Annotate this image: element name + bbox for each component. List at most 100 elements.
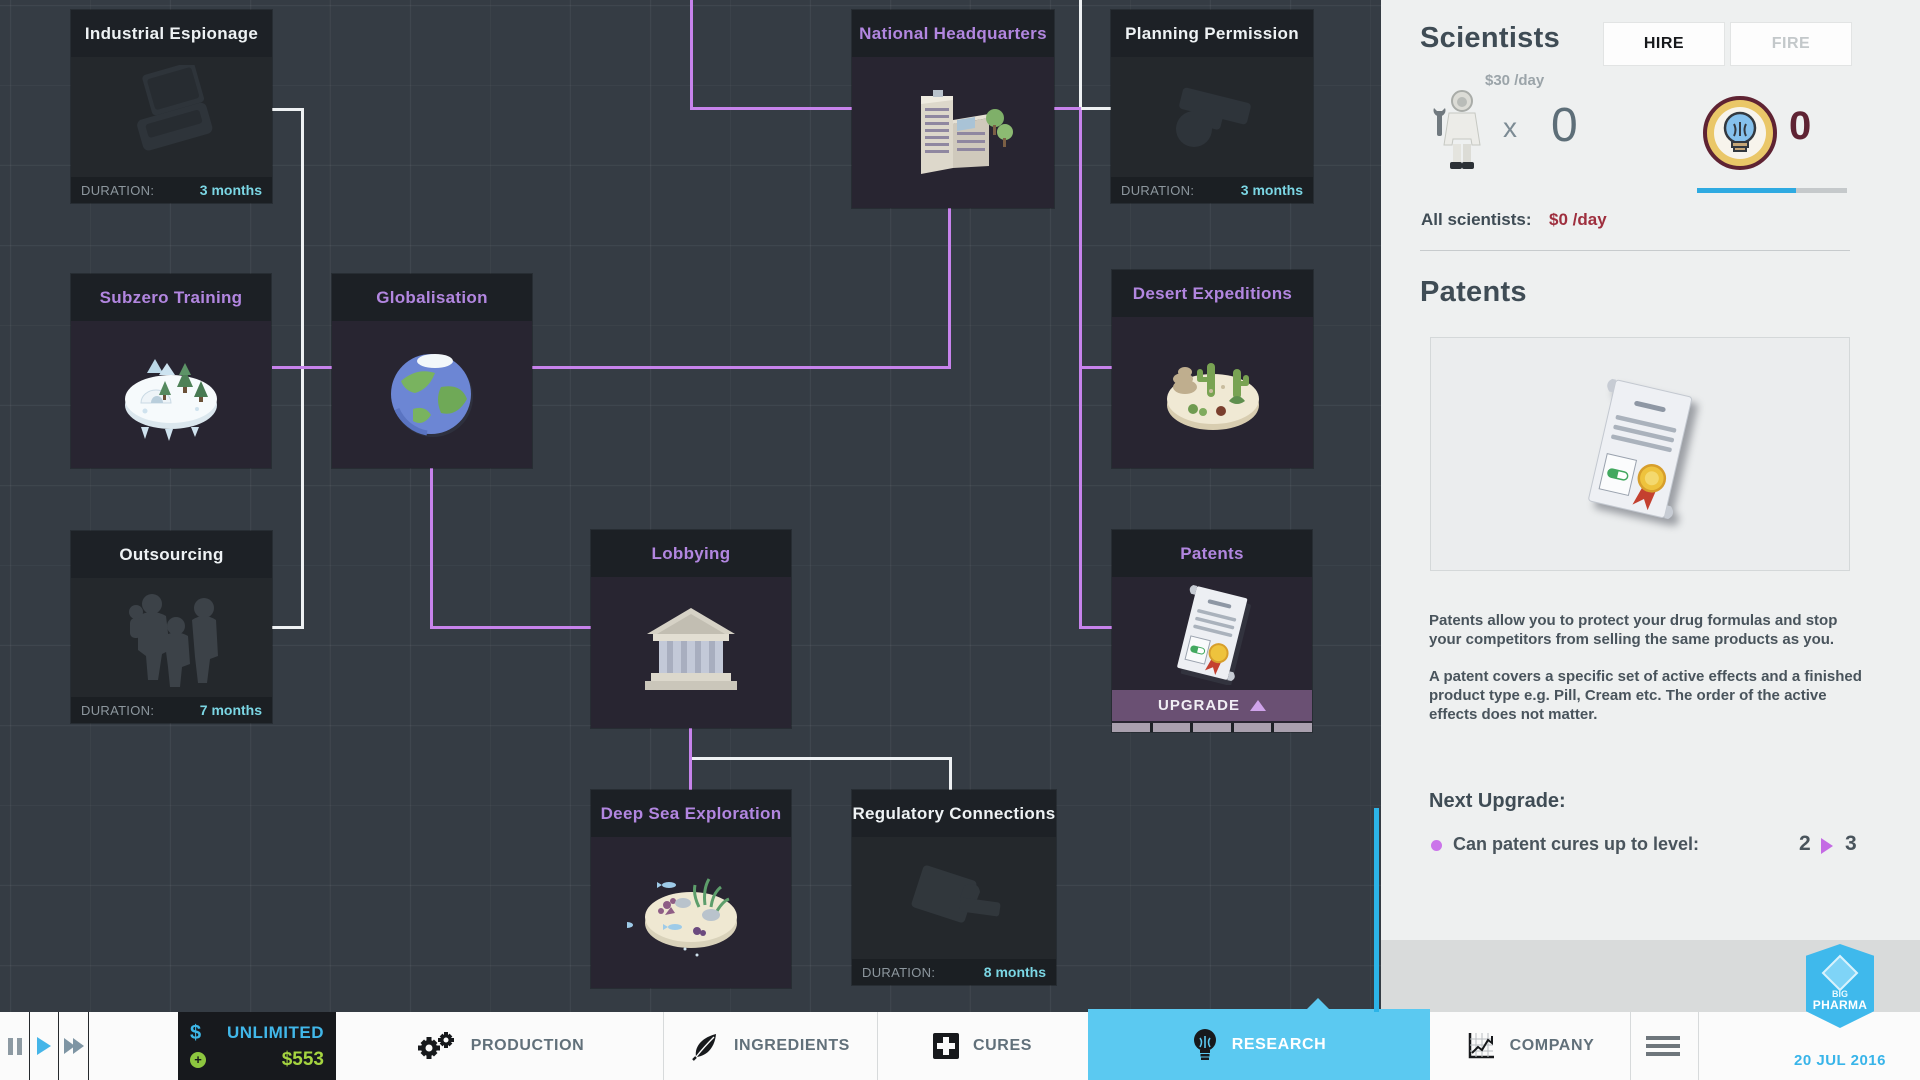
tech-node-title: Deep Sea Exploration: [591, 790, 791, 837]
big-pharma-research-screen: Industrial Espionage DURATION: 3 months …: [0, 0, 1920, 1080]
upgrade-button[interactable]: UPGRADE: [1112, 690, 1312, 721]
laptop-icon: [71, 57, 272, 177]
tab-label: CURES: [972, 1037, 1032, 1054]
tech-node-outsourcing[interactable]: Outsourcing DURATION: 7 months: [71, 531, 272, 723]
tech-node-title: Regulatory Connections: [852, 790, 1056, 837]
connector-line: [1080, 107, 1111, 110]
arctic-island-icon: [71, 321, 271, 468]
tech-node-title: Subzero Training: [71, 274, 271, 321]
tab-label: INGREDIENTS: [734, 1037, 850, 1054]
level-current: 2: [1799, 832, 1811, 855]
tab-company[interactable]: COMPANY: [1430, 1012, 1630, 1080]
duration-label: DURATION:: [1121, 182, 1195, 198]
workers-icon: [71, 578, 272, 697]
tech-node-desert-expeditions[interactable]: Desert Expeditions: [1112, 270, 1313, 468]
tech-node-title: Industrial Espionage: [71, 10, 272, 57]
connector-line: [949, 757, 952, 790]
buildings-icon: [852, 57, 1054, 208]
tech-node-title: Patents: [1112, 530, 1312, 577]
patent-document-icon: [1112, 577, 1312, 690]
hire-button[interactable]: HIRE: [1603, 22, 1725, 66]
play-button[interactable]: [30, 1012, 58, 1080]
tab-production[interactable]: PRODUCTION: [336, 1012, 663, 1080]
scientist-daily-rate: $30 /day: [1485, 72, 1545, 89]
scroll-indicator[interactable]: [1374, 808, 1379, 1012]
tech-node-subzero-training[interactable]: Subzero Training: [71, 274, 271, 468]
fire-button[interactable]: FIRE: [1730, 22, 1852, 66]
research-skill-value: 0: [1789, 104, 1812, 148]
duration-row: DURATION: 8 months: [852, 959, 1056, 985]
connector-line: [1079, 110, 1082, 629]
connector-line: [948, 208, 951, 369]
desert-island-icon: [1112, 317, 1313, 468]
all-scientists-label: All scientists:: [1421, 210, 1532, 229]
scientists-heading: Scientists: [1420, 22, 1560, 54]
tech-node-regulatory-connections[interactable]: Regulatory Connections DURATION: 8 month…: [852, 790, 1056, 985]
level-next: 3: [1845, 832, 1857, 855]
duration-value: 7 months: [199, 702, 262, 718]
patent-preview-box: [1430, 337, 1850, 571]
scientist-count: 0: [1551, 99, 1578, 152]
pause-button[interactable]: [0, 1012, 29, 1080]
tech-node-national-headquarters[interactable]: National Headquarters: [852, 10, 1054, 208]
bullet-icon: [1431, 840, 1442, 851]
connector-line: [689, 728, 692, 790]
tab-label: COMPANY: [1509, 1037, 1595, 1054]
cube-icon: [1821, 954, 1859, 992]
separator: [1630, 1012, 1631, 1080]
duration-label: DURATION:: [81, 182, 155, 198]
patent-document-icon: [1588, 378, 1692, 519]
duration-row: DURATION: 7 months: [71, 697, 272, 723]
tech-node-deep-sea-exploration[interactable]: Deep Sea Exploration: [591, 790, 791, 988]
blueprint-icon: [1111, 57, 1313, 177]
income-plus-icon: +: [190, 1051, 206, 1068]
next-upgrade-heading: Next Upgrade:: [1429, 790, 1566, 812]
fast-forward-button[interactable]: [59, 1012, 88, 1080]
menu-button[interactable]: [1646, 1036, 1680, 1060]
connector-line: [690, 0, 693, 110]
globe-icon: [332, 321, 532, 468]
logo-text-pharma: PHARMA: [1812, 998, 1868, 1012]
currency-icon: $: [190, 1021, 202, 1044]
duration-value: 3 months: [199, 182, 262, 198]
duration-value: 3 months: [1240, 182, 1303, 198]
play-icon: [37, 1037, 51, 1055]
tech-node-lobbying[interactable]: Lobbying: [591, 530, 791, 728]
upgrade-effect-label: Can patent cures up to level:: [1453, 834, 1700, 854]
multiply-symbol: x: [1503, 112, 1517, 143]
research-tree-canvas[interactable]: Industrial Espionage DURATION: 3 months …: [0, 0, 1381, 1012]
gears-icon: [417, 1032, 454, 1059]
tech-node-globalisation[interactable]: Globalisation: [332, 274, 532, 468]
tab-ingredients[interactable]: INGREDIENTS: [663, 1012, 877, 1080]
leaf-icon: [692, 1034, 717, 1061]
money-panel: $ UNLIMITED + $553: [178, 1012, 336, 1080]
big-pharma-logo: BIG PHARMA: [1806, 944, 1874, 1044]
tech-node-title: Desert Expeditions: [1112, 270, 1313, 317]
duration-value: 8 months: [983, 964, 1046, 980]
upgrade-label: UPGRADE: [1157, 697, 1240, 714]
tech-node-industrial-espionage[interactable]: Industrial Espionage DURATION: 3 months: [71, 10, 272, 203]
connector-line: [690, 107, 852, 110]
all-scientists-rate: $0 /day: [1549, 210, 1607, 229]
tech-node-title: Globalisation: [332, 274, 532, 321]
upgrade-arrow-icon: [1250, 700, 1266, 711]
connector-line: [1079, 0, 1082, 110]
tech-node-patents[interactable]: Patents UPGRADE: [1112, 530, 1312, 732]
connector-line: [430, 468, 433, 629]
connector-line: [272, 366, 332, 369]
connector-line: [430, 626, 591, 629]
lightbulb-icon: [1193, 1028, 1216, 1060]
connector-line: [1080, 366, 1112, 369]
connector-line: [272, 108, 303, 111]
tech-node-planning-permission[interactable]: Planning Permission DURATION: 3 months: [1111, 10, 1313, 203]
patent-description-1: Patents allow you to protect your drug f…: [1429, 612, 1838, 648]
fast-forward-icon: [63, 1038, 84, 1054]
tab-research[interactable]: RESEARCH: [1088, 998, 1430, 1080]
research-skill-medal-icon: [1701, 94, 1779, 177]
upgrade-progress-segments: [1112, 723, 1312, 732]
rubber-stamp-icon: [852, 837, 1056, 959]
scientist-icon: [1429, 88, 1487, 177]
tab-label: RESEARCH: [1231, 1035, 1327, 1053]
tab-cures[interactable]: CURES: [877, 1012, 1088, 1080]
seabed-island-icon: [591, 837, 791, 988]
